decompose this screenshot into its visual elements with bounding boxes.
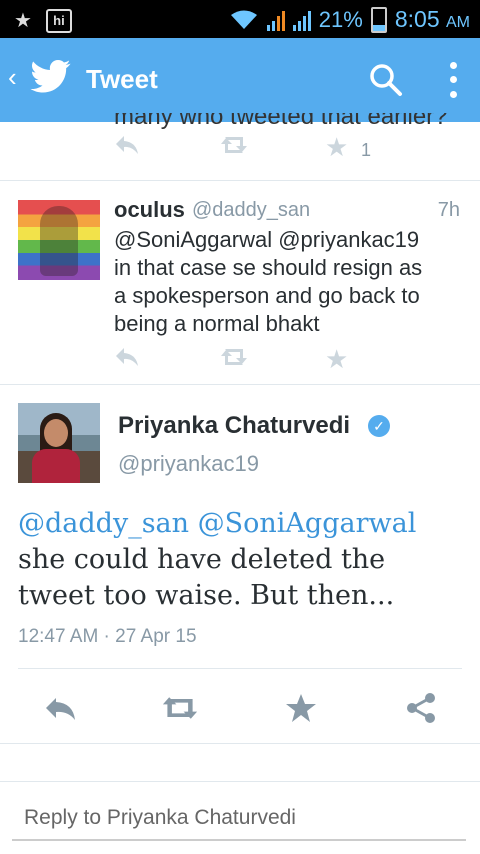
page-title: Tweet: [86, 64, 158, 94]
favorite-count: 1: [361, 140, 372, 160]
back-chevron-icon[interactable]: ‹: [8, 62, 17, 93]
favorite-star-icon[interactable]: [283, 690, 319, 726]
divider: [0, 180, 480, 181]
divider: [0, 743, 480, 744]
tweet-timestamp: 12:47 AM · 27 Apr 15: [18, 626, 197, 647]
star-notification-icon: ★: [14, 10, 32, 32]
reply-field-container: [12, 797, 480, 841]
verified-badge-icon: ✓: [368, 415, 390, 437]
divider: [0, 384, 480, 385]
tweet-text: @SoniAggarwal @priyankac19 in that case …: [114, 227, 423, 336]
divider: [18, 668, 462, 669]
avatar[interactable]: [18, 200, 100, 280]
clock: 8:05 AM: [394, 6, 470, 32]
divider: [0, 781, 480, 782]
mention-link[interactable]: @SoniAggarwal: [198, 508, 417, 539]
favorite-star-icon[interactable]: ★: [325, 344, 348, 375]
tweet-timestamp: 7h: [437, 199, 460, 221]
hike-notification-icon: hi: [45, 8, 72, 33]
signal-strength-icon-1: [266, 9, 285, 31]
battery-icon: [370, 6, 387, 33]
retweet-icon[interactable]: [220, 346, 248, 374]
tweet-author-handle[interactable]: @daddy_san: [192, 199, 310, 222]
reply-icon[interactable]: [42, 690, 78, 726]
reply-icon[interactable]: [114, 134, 140, 162]
wifi-icon: [230, 10, 257, 29]
search-icon[interactable]: [366, 60, 406, 100]
status-bar: ★ hi 21% 8:05 AM: [0, 0, 480, 38]
avatar[interactable]: [18, 403, 100, 483]
twitter-bird-icon[interactable]: [30, 56, 72, 96]
tweet-text: @daddy_san @SoniAggarwal she could have …: [18, 508, 417, 611]
favorite-star-icon[interactable]: ★: [325, 132, 348, 163]
reply-icon[interactable]: [114, 346, 140, 374]
tweet-author-name[interactable]: oculus: [114, 197, 185, 223]
more-options-icon[interactable]: [440, 58, 466, 102]
tweet-author-name[interactable]: Priyanka Chaturvedi: [118, 412, 350, 440]
tweet-author-handle[interactable]: @priyankac19: [118, 451, 259, 477]
retweet-icon[interactable]: [220, 134, 248, 162]
app-bar: ‹ Tweet: [0, 38, 480, 122]
share-icon[interactable]: [403, 690, 439, 726]
previous-tweet-actions: ★ 1: [0, 132, 480, 174]
retweet-icon[interactable]: [162, 690, 198, 726]
mention-link[interactable]: @daddy_san: [18, 508, 189, 539]
signal-strength-icon-2: [292, 9, 311, 31]
battery-percent: 21%: [318, 6, 363, 32]
reply-tweet-actions: ★: [0, 344, 480, 386]
reply-input[interactable]: [12, 797, 480, 839]
